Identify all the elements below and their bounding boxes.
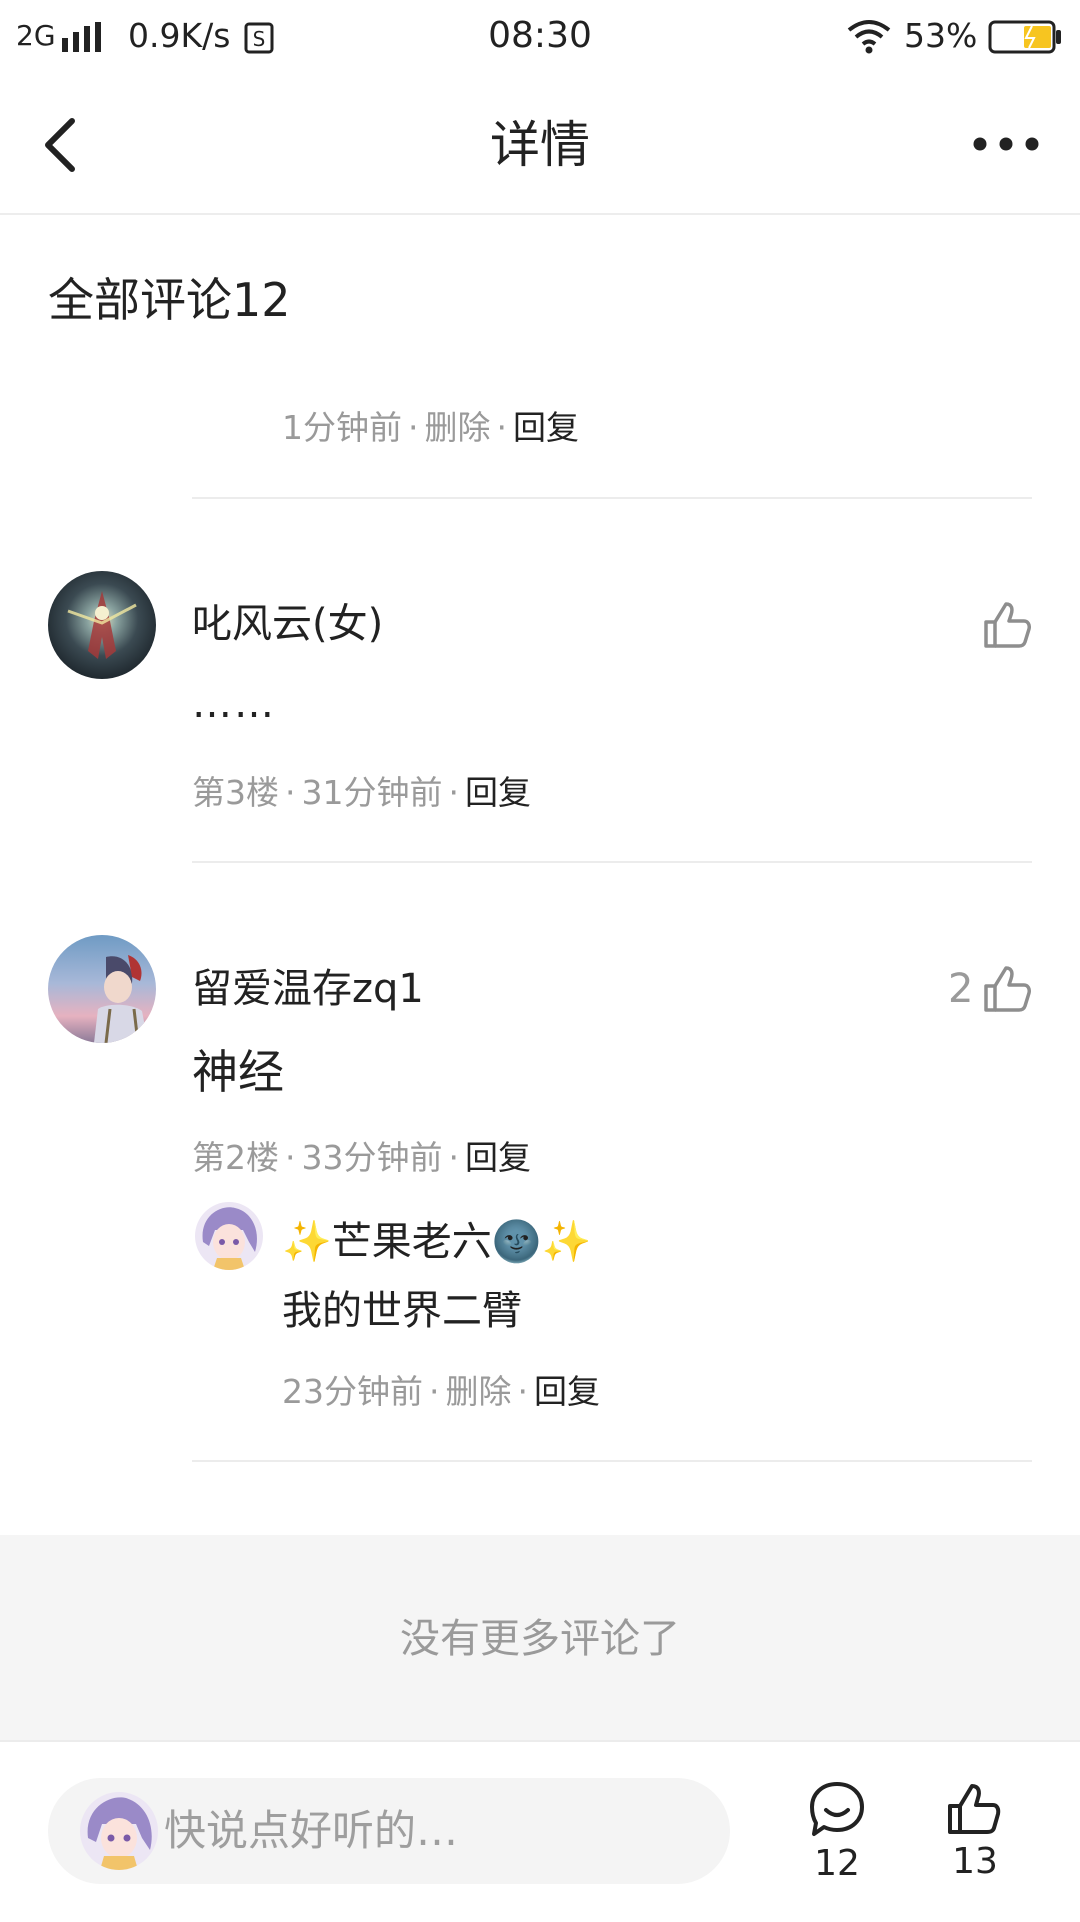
comment-username[interactable]: 留爱温存zq1 bbox=[192, 963, 424, 1015]
avatar[interactable] bbox=[195, 1202, 263, 1270]
avatar bbox=[80, 1792, 158, 1870]
no-more-text: 没有更多评论了 bbox=[400, 1616, 680, 1662]
comment-meta: 第3楼 · 31分钟前 · 回复 bbox=[192, 773, 531, 812]
floor-label: 第2楼 bbox=[192, 1138, 279, 1177]
page-title: 详情 bbox=[490, 116, 590, 174]
comment-text: …… bbox=[192, 681, 276, 727]
more-dots-icon[interactable] bbox=[970, 131, 1042, 157]
wifi-icon bbox=[847, 20, 891, 54]
battery-icon bbox=[988, 20, 1061, 54]
reply-link[interactable]: 回复 bbox=[534, 1372, 600, 1411]
comment-input[interactable]: 快说点好听的… bbox=[48, 1778, 730, 1884]
reply-link[interactable]: 回复 bbox=[465, 1138, 531, 1177]
no-more-panel: 没有更多评论了 bbox=[0, 1535, 1080, 1740]
status-bar: 2G 0.9K/s S 08:30 53% bbox=[0, 0, 1080, 75]
delete-link[interactable]: 删除 bbox=[425, 408, 491, 447]
battery-percent: 53% bbox=[904, 16, 978, 55]
reply-time: 1分钟前 bbox=[282, 408, 402, 447]
thumbs-up-icon[interactable] bbox=[982, 964, 1032, 1014]
comment-time: 33分钟前 bbox=[301, 1138, 443, 1177]
like-count: 2 bbox=[948, 966, 974, 1012]
comment-text: 神经 bbox=[192, 1045, 284, 1099]
avatar-image bbox=[202, 1207, 257, 1270]
reply-meta: 23分钟前 · 删除 · 回复 bbox=[282, 1372, 600, 1411]
floor-label: 第3楼 bbox=[192, 773, 279, 812]
comment-bubble-icon[interactable] bbox=[808, 1780, 866, 1838]
thumbs-up-icon[interactable] bbox=[982, 600, 1032, 650]
reply-text: 我的世界二臂 bbox=[282, 1288, 522, 1334]
avatar[interactable] bbox=[48, 571, 156, 679]
avatar-image bbox=[67, 591, 137, 659]
reply-link[interactable]: 回复 bbox=[513, 408, 579, 447]
divider bbox=[192, 861, 1032, 863]
delete-link[interactable]: 删除 bbox=[446, 1372, 512, 1411]
comment-time: 31分钟前 bbox=[301, 773, 443, 812]
comment-input-placeholder: 快说点好听的… bbox=[164, 1806, 459, 1855]
reply-link[interactable]: 回复 bbox=[465, 773, 531, 812]
thumbs-up-icon[interactable] bbox=[946, 1782, 1002, 1836]
like-count-total: 13 bbox=[952, 1841, 998, 1882]
nav-bar: 详情 bbox=[0, 75, 1080, 215]
comment-count: 12 bbox=[814, 1843, 860, 1884]
avatar-image bbox=[87, 1797, 152, 1870]
avatar-image bbox=[94, 955, 148, 1043]
reply-meta: 1分钟前 · 删除 · 回复 bbox=[282, 408, 579, 447]
avatar[interactable] bbox=[48, 935, 156, 1043]
reply-username[interactable]: ✨芒果老六🌚✨ bbox=[282, 1216, 591, 1268]
comments-section-title: 全部评论12 bbox=[48, 273, 291, 327]
reply-time: 23分钟前 bbox=[282, 1372, 423, 1411]
bottom-bar: 快说点好听的… 12 13 bbox=[0, 1740, 1080, 1922]
divider bbox=[192, 497, 1032, 499]
comment-username[interactable]: 叱风云(女) bbox=[192, 598, 383, 650]
divider bbox=[192, 1460, 1032, 1462]
comment-meta: 第2楼 · 33分钟前 · 回复 bbox=[192, 1138, 531, 1177]
